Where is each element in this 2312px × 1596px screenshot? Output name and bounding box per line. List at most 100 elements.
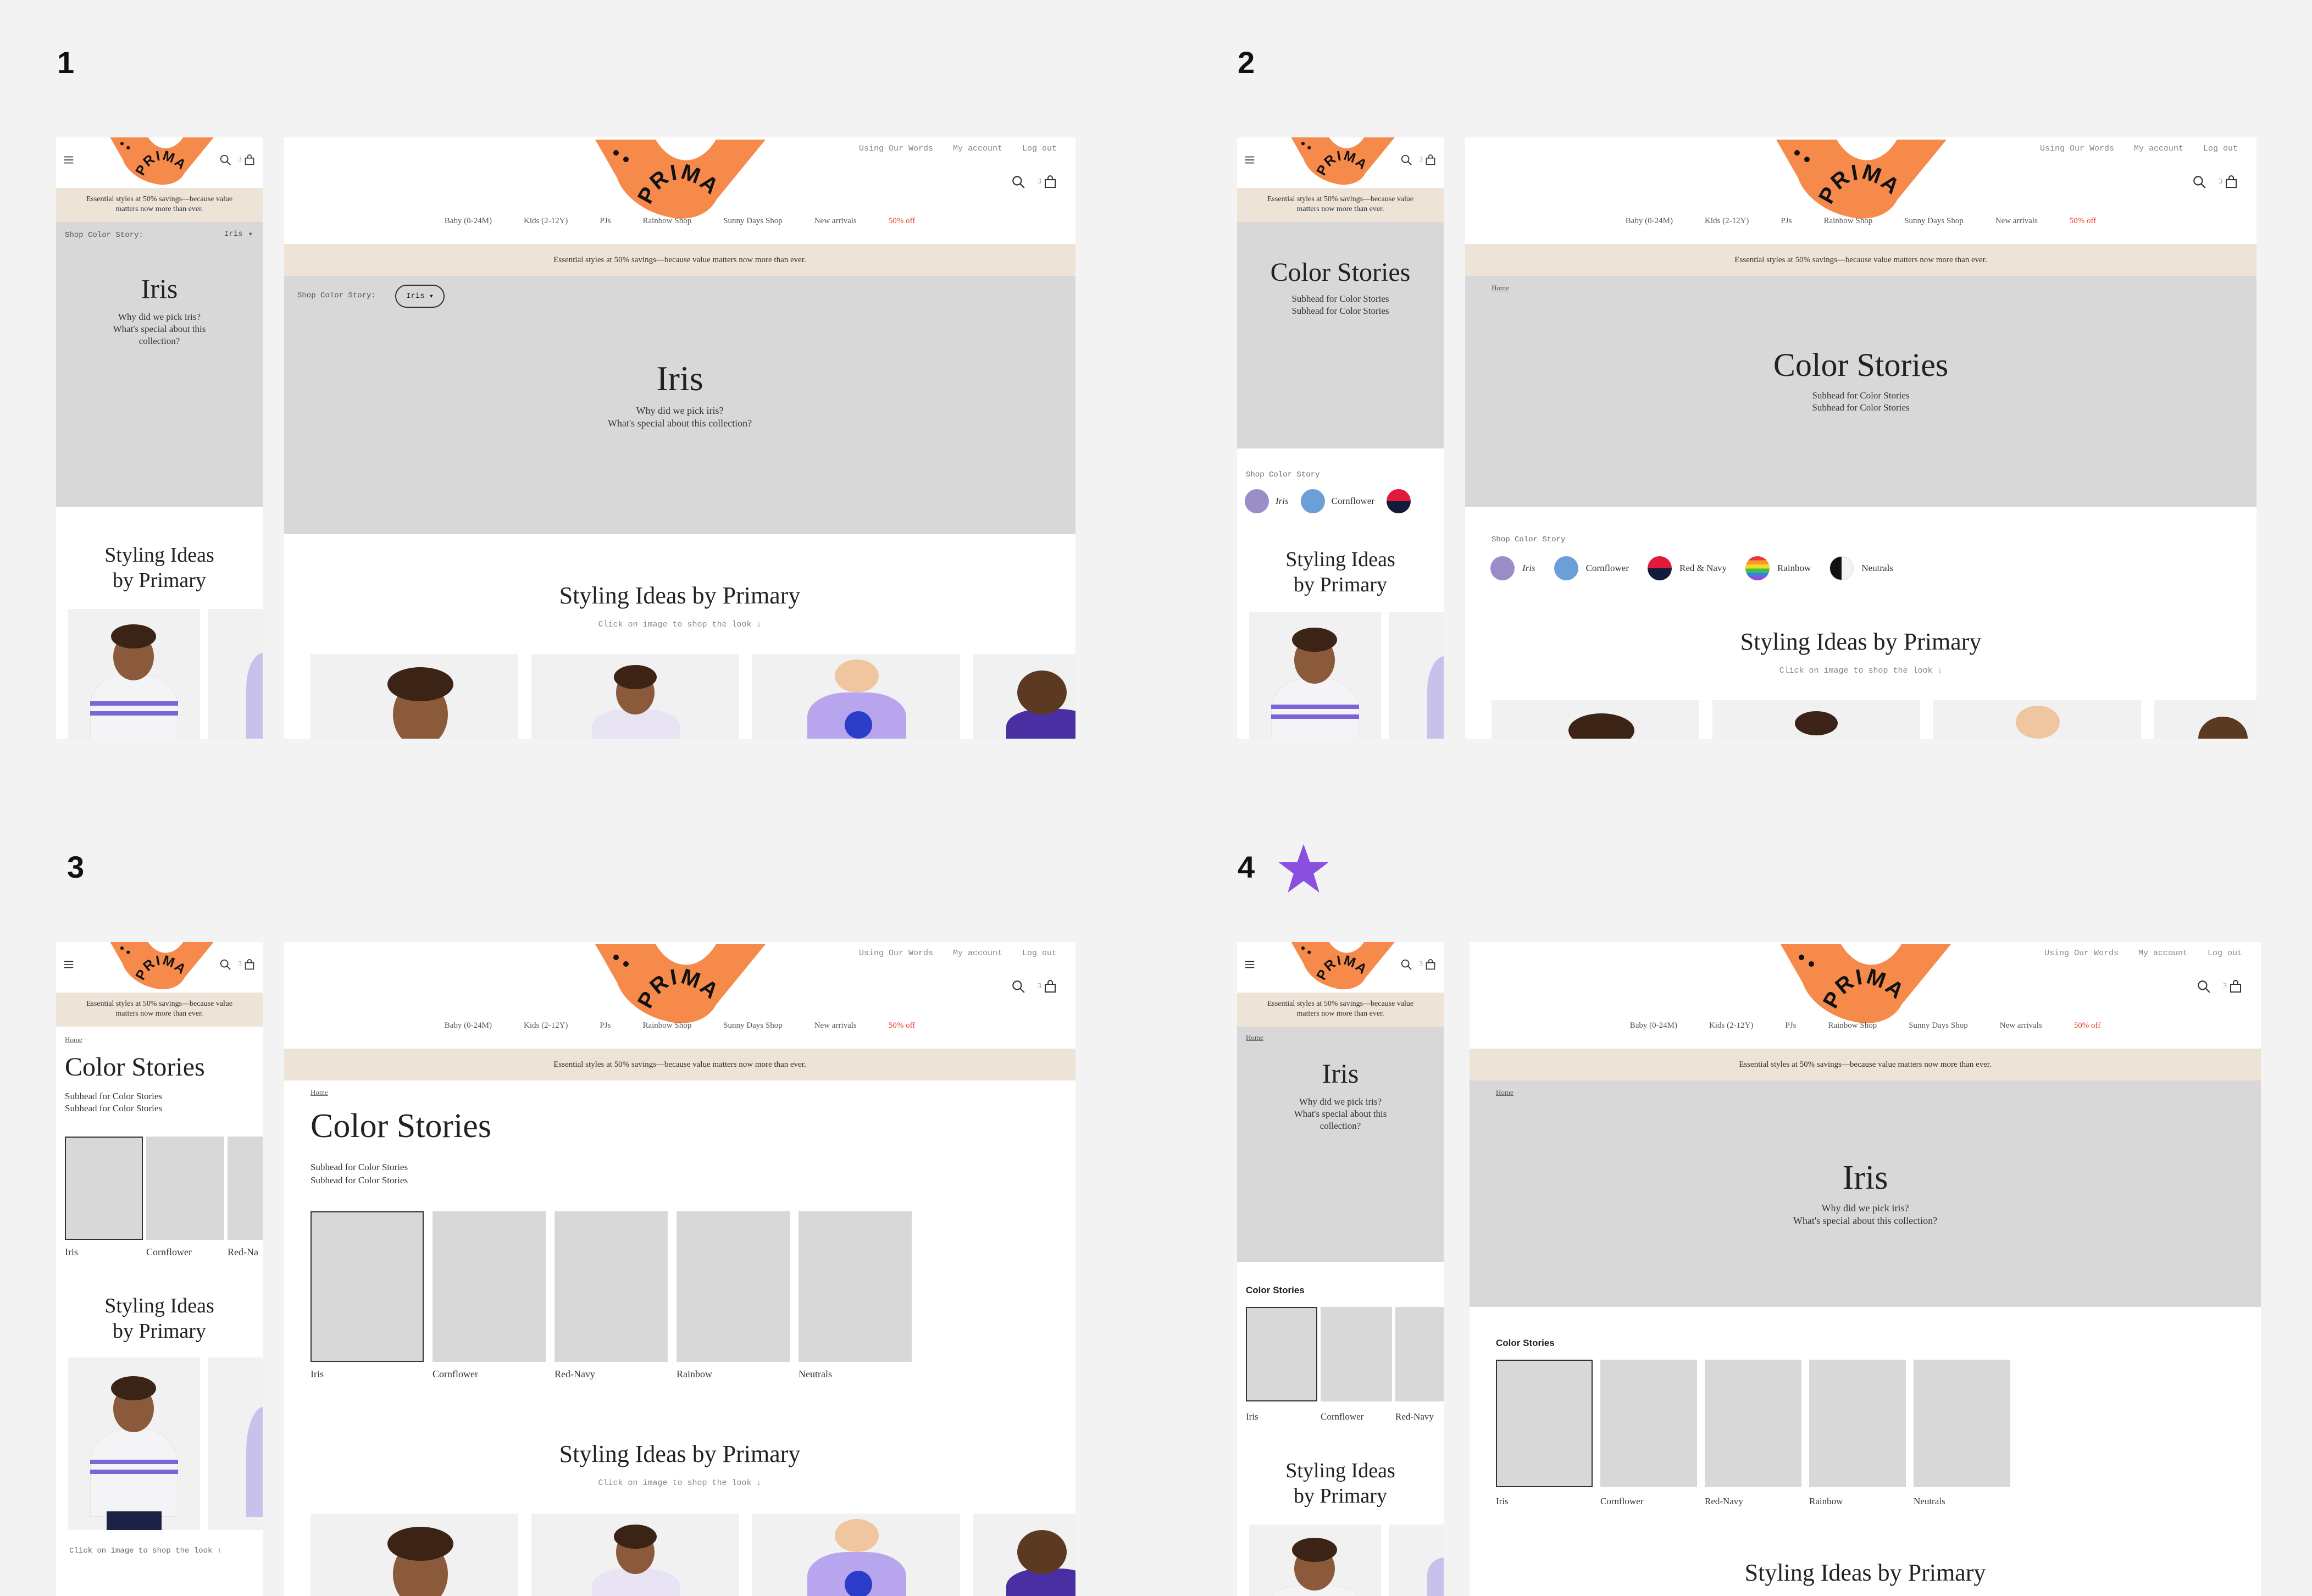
nav-new-arrivals[interactable]: New arrivals	[2000, 1021, 2042, 1030]
nav-rainbow-shop[interactable]: Rainbow Shop	[642, 1021, 691, 1030]
color-story-tile-red-navy[interactable]	[555, 1211, 668, 1362]
primary-logo[interactable]	[1771, 137, 1947, 222]
search-icon[interactable]	[1400, 958, 1412, 971]
primary-logo[interactable]	[106, 942, 215, 991]
look-photo[interactable]	[68, 609, 200, 739]
link-using-our-words[interactable]: Using Our Words	[859, 144, 933, 153]
cart-button[interactable]: 3	[1038, 175, 1057, 189]
link-my-account[interactable]: My account	[2138, 949, 2188, 958]
nav-kids[interactable]: Kids (2-12Y)	[1705, 217, 1749, 226]
color-story-tile-iris[interactable]	[311, 1211, 424, 1362]
nav-new-arrivals[interactable]: New arrivals	[814, 217, 857, 226]
look-photo[interactable]	[1389, 612, 1444, 739]
link-log-out[interactable]: Log out	[2208, 949, 2242, 958]
nav-sunny-days-shop[interactable]: Sunny Days Shop	[723, 1021, 783, 1030]
look-photo[interactable]	[973, 654, 1075, 739]
nav-new-arrivals[interactable]: New arrivals	[814, 1021, 857, 1030]
color-story-select[interactable]: Iris ▾	[224, 230, 253, 239]
primary-logo[interactable]	[1775, 942, 1951, 1027]
primary-logo[interactable]	[590, 942, 766, 1027]
link-using-our-words[interactable]: Using Our Words	[2044, 949, 2119, 958]
search-icon[interactable]	[219, 958, 231, 971]
link-using-our-words[interactable]: Using Our Words	[2040, 144, 2114, 153]
swatch-cornflower[interactable]: Cornflower	[1554, 556, 1629, 580]
breadcrumb[interactable]: Home	[1496, 1088, 1513, 1097]
look-photo[interactable]	[752, 1514, 960, 1596]
menu-icon[interactable]	[63, 958, 75, 971]
color-story-tile-cornflower[interactable]	[433, 1211, 546, 1362]
swatch-iris[interactable]: Iris	[1245, 489, 1289, 513]
nav-sale[interactable]: 50% off	[2070, 217, 2096, 226]
color-story-tile-red-navy[interactable]	[228, 1137, 263, 1240]
cart-button[interactable]: 3	[2223, 980, 2242, 993]
link-log-out[interactable]: Log out	[2203, 144, 2238, 153]
color-story-select[interactable]: Iris ▾	[395, 285, 445, 308]
primary-logo[interactable]	[1287, 137, 1396, 187]
cart-button[interactable]: 3	[1419, 154, 1436, 165]
nav-baby[interactable]: Baby (0-24M)	[1626, 217, 1673, 226]
breadcrumb[interactable]: Home	[1246, 1033, 1263, 1042]
color-story-tile-neutrals[interactable]	[1914, 1360, 2010, 1487]
promo-banner[interactable]: Essential styles at 50% savings—because …	[1237, 993, 1444, 1027]
menu-icon[interactable]	[1244, 154, 1256, 166]
look-photo[interactable]	[1492, 700, 1699, 739]
color-story-tile-iris[interactable]	[1246, 1307, 1317, 1401]
breadcrumb[interactable]: Home	[65, 1035, 82, 1044]
look-photo[interactable]	[311, 654, 518, 739]
swatch-iris[interactable]: Iris	[1490, 556, 1535, 580]
nav-pjs[interactable]: PJs	[600, 217, 611, 226]
color-story-tile-cornflower[interactable]	[146, 1137, 224, 1240]
breadcrumb[interactable]: Home	[1492, 284, 1509, 292]
look-photo[interactable]	[1249, 1525, 1381, 1596]
nav-baby[interactable]: Baby (0-24M)	[445, 1021, 492, 1030]
look-photo[interactable]	[1712, 700, 1920, 739]
primary-logo[interactable]	[1287, 942, 1396, 991]
promo-banner[interactable]: Essential styles at 50% savings—because …	[1470, 1049, 2261, 1080]
look-photo[interactable]	[1389, 1525, 1444, 1596]
nav-sunny-days-shop[interactable]: Sunny Days Shop	[1909, 1021, 1968, 1030]
look-photo[interactable]	[531, 654, 739, 739]
look-photo[interactable]	[752, 654, 960, 739]
search-icon[interactable]	[2197, 979, 2211, 994]
nav-rainbow-shop[interactable]: Rainbow Shop	[1828, 1021, 1877, 1030]
cart-button[interactable]: 3	[238, 154, 255, 165]
nav-new-arrivals[interactable]: New arrivals	[1995, 217, 2038, 226]
cart-button[interactable]: 3	[1038, 980, 1057, 993]
swatch-red-navy[interactable]	[1387, 489, 1411, 513]
promo-banner[interactable]: Essential styles at 50% savings—because …	[1465, 244, 2256, 276]
look-photo[interactable]	[1249, 612, 1381, 739]
look-photo[interactable]	[973, 1514, 1075, 1596]
look-photo[interactable]	[1933, 700, 2141, 739]
color-story-tile-red-navy[interactable]	[1705, 1360, 1801, 1487]
link-log-out[interactable]: Log out	[1022, 144, 1057, 153]
breadcrumb[interactable]: Home	[311, 1088, 328, 1097]
swatch-neutrals[interactable]: Neutrals	[1829, 556, 1893, 580]
look-photo[interactable]	[2154, 700, 2256, 739]
nav-baby[interactable]: Baby (0-24M)	[445, 217, 492, 226]
color-story-tile-cornflower[interactable]	[1600, 1360, 1697, 1487]
cart-button[interactable]: 3	[238, 959, 255, 970]
look-photo[interactable]	[208, 1357, 263, 1530]
nav-sale[interactable]: 50% off	[2074, 1021, 2100, 1030]
nav-baby[interactable]: Baby (0-24M)	[1630, 1021, 1677, 1030]
color-story-tile-rainbow[interactable]	[677, 1211, 790, 1362]
nav-pjs[interactable]: PJs	[600, 1021, 611, 1030]
nav-sunny-days-shop[interactable]: Sunny Days Shop	[1904, 217, 1964, 226]
search-icon[interactable]	[219, 154, 231, 166]
nav-rainbow-shop[interactable]: Rainbow Shop	[1823, 217, 1872, 226]
color-story-tile-iris[interactable]	[65, 1137, 143, 1240]
primary-logo[interactable]	[590, 137, 766, 222]
nav-kids[interactable]: Kids (2-12Y)	[524, 217, 568, 226]
nav-sunny-days-shop[interactable]: Sunny Days Shop	[723, 217, 783, 226]
link-my-account[interactable]: My account	[953, 144, 1002, 153]
primary-logo[interactable]	[106, 137, 215, 187]
nav-pjs[interactable]: PJs	[1781, 217, 1792, 226]
search-icon[interactable]	[2192, 175, 2206, 189]
link-using-our-words[interactable]: Using Our Words	[859, 949, 933, 958]
color-story-tile-iris[interactable]	[1496, 1360, 1593, 1487]
promo-banner[interactable]: Essential styles at 50% savings—because …	[1237, 188, 1444, 222]
menu-icon[interactable]	[1244, 958, 1256, 971]
link-my-account[interactable]: My account	[953, 949, 1002, 958]
menu-icon[interactable]	[63, 154, 75, 166]
promo-banner[interactable]: Essential styles at 50% savings—because …	[56, 188, 263, 222]
